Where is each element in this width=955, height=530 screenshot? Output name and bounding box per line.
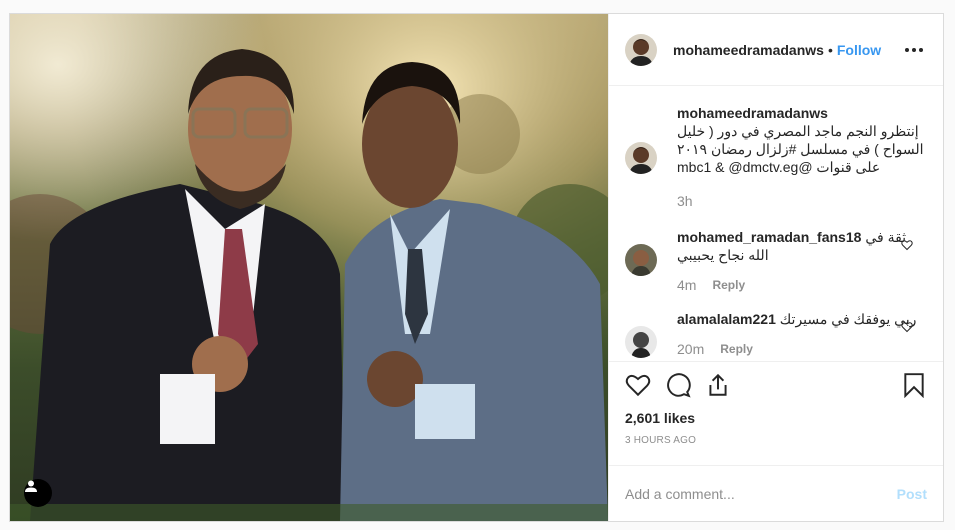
avatar[interactable] [625, 142, 657, 174]
follow-button[interactable]: Follow [837, 42, 881, 58]
post-actions: 2,601 likes 3 HOURS AGO [609, 361, 943, 465]
post-timestamp[interactable]: 3 HOURS AGO [625, 435, 927, 446]
caption: mohameedramadanws إنتظرو النجم ماجد المص… [625, 105, 927, 210]
share-upload-icon[interactable] [705, 372, 731, 398]
caption-text: إنتظرو النجم ماجد المصري في دور ( خليل ا… [677, 123, 924, 175]
reply-button[interactable]: Reply [712, 276, 745, 294]
header-username[interactable]: mohameedramadanws [673, 42, 824, 58]
bookmark-save-icon[interactable] [901, 372, 927, 398]
comments-list[interactable]: mohameedramadanws إنتظرو النجم ماجد المص… [609, 86, 943, 361]
caption-time[interactable]: 3h [677, 192, 693, 210]
avatar[interactable] [625, 244, 657, 276]
comment-bubble-icon[interactable] [665, 372, 691, 398]
comment-username[interactable]: alamalalam221 [677, 311, 776, 327]
tag-user-icon[interactable] [24, 479, 52, 507]
caption-username[interactable]: mohameedramadanws [677, 105, 828, 121]
comment-text: ربي يوفقك في مسيرتك [779, 311, 917, 327]
comment-time[interactable]: 20m [677, 340, 704, 358]
reply-button[interactable]: Reply [720, 340, 753, 358]
comment-username[interactable]: mohamed_ramadan_fans18 [677, 229, 861, 245]
separator-dot: • [827, 41, 833, 58]
post-comment-button[interactable]: Post [897, 486, 927, 502]
avatar[interactable] [625, 326, 657, 358]
comment-time[interactable]: 4m [677, 276, 696, 294]
add-comment-bar: Post [609, 465, 943, 521]
list-item: alamalalam221 ربي يوفقك في مسيرتك 20m Re… [625, 310, 927, 358]
list-item: mohamed_ramadan_fans18 ثقة في الله نجاح … [625, 228, 927, 294]
post-sidebar: mohameedramadanws • Follow mohameedramad… [608, 14, 943, 521]
comment-input[interactable] [625, 485, 897, 502]
post-photo[interactable] [10, 14, 608, 521]
likes-count[interactable]: 2,601 likes [625, 410, 927, 426]
like-heart-icon[interactable] [625, 372, 651, 398]
like-comment-heart-icon[interactable] [901, 238, 913, 254]
instagram-post: mohameedramadanws • Follow mohameedramad… [9, 13, 944, 522]
post-header: mohameedramadanws • Follow [609, 14, 943, 86]
more-options-icon[interactable] [901, 44, 927, 56]
avatar[interactable] [625, 33, 657, 66]
photo-illustration [10, 14, 608, 521]
like-comment-heart-icon[interactable] [901, 320, 913, 336]
